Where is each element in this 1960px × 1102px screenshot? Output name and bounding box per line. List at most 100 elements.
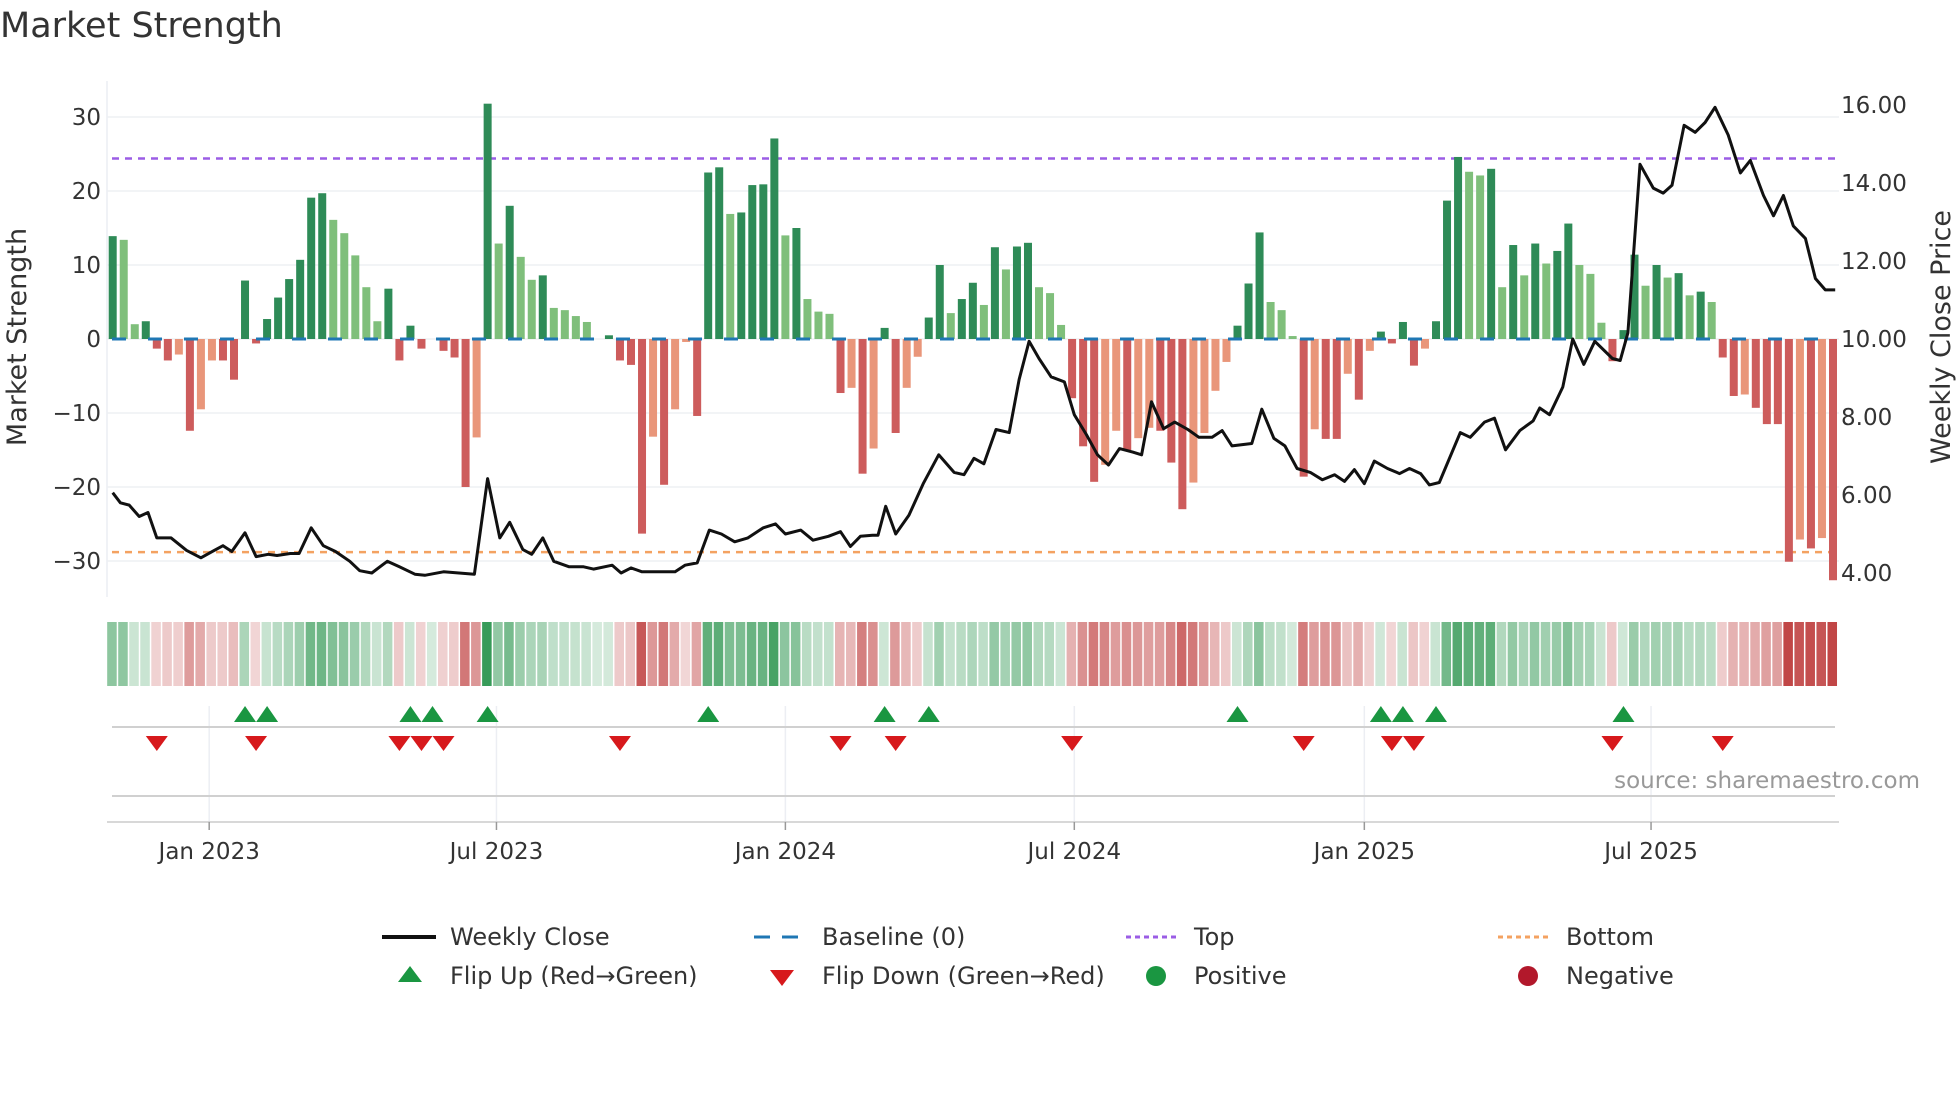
strip-cell [1739, 622, 1749, 686]
strip-cell [151, 622, 161, 686]
flip-down-marker [410, 736, 433, 751]
strength-bar [891, 339, 900, 433]
flip-up-marker [234, 706, 257, 722]
strength-bar [1663, 277, 1672, 339]
strength-bar [307, 197, 316, 339]
strip-cell [1816, 622, 1826, 686]
strip-cell [1066, 622, 1077, 686]
strip-cell [857, 622, 867, 686]
x-tick-label: Jan 2023 [157, 839, 260, 865]
strip-cell [790, 622, 801, 686]
strip-cell [1783, 622, 1793, 686]
strip-cell [1309, 622, 1319, 686]
strip-cell [129, 622, 139, 686]
strength-bar [450, 339, 459, 358]
flip-up-marker [399, 706, 422, 722]
strength-bar [1387, 339, 1396, 344]
strip-cell [636, 622, 647, 686]
strip-cell [890, 622, 900, 686]
strip-cell [879, 622, 889, 686]
strip-cell [757, 622, 768, 686]
legend-item-top: Top [1122, 922, 1235, 952]
strength-bar [825, 313, 834, 339]
flip-up-marker [476, 706, 499, 722]
flip-down-marker [1292, 736, 1315, 751]
strength-bar [1299, 339, 1308, 477]
strip-cell [1331, 622, 1341, 686]
strength-bar [395, 339, 404, 361]
strip-cell [371, 622, 382, 686]
strip-cell [934, 622, 944, 686]
strip-cell [1022, 622, 1033, 686]
strength-bar [836, 339, 845, 394]
legend-item-negative: Negative [1494, 961, 1674, 991]
strength-bar [351, 255, 360, 339]
strength-bar [1443, 200, 1452, 339]
strength-bar [362, 287, 371, 339]
strength-bar [1707, 302, 1716, 339]
flip-up-marker [1369, 706, 1392, 722]
legend-label: Flip Down (Green→Red) [822, 962, 1105, 990]
flip-down-marker [245, 736, 268, 751]
strength-bar [924, 317, 933, 339]
strength-bar [1531, 243, 1540, 339]
strip-cell [1617, 622, 1628, 686]
strip-cell [1353, 622, 1363, 686]
strength-bar [1090, 339, 1099, 482]
strip-cell [1055, 622, 1066, 686]
dotted-purple-swatch-icon [1122, 922, 1182, 952]
strip-cell [1772, 622, 1782, 686]
strength-bar [957, 299, 966, 339]
strip-cell [1143, 622, 1154, 686]
strip-cell [603, 622, 613, 686]
flip-up-marker [256, 706, 279, 722]
strip-cell [823, 622, 834, 686]
strength-bar [704, 172, 713, 339]
strength-bar [858, 339, 867, 474]
strength-bar [1189, 339, 1198, 483]
legend-label: Negative [1566, 962, 1674, 990]
strip-cell [658, 622, 669, 686]
strength-bar [946, 313, 955, 339]
triangle-up-icon [378, 961, 438, 991]
flip-down-marker [608, 736, 631, 751]
strength-bar [1398, 321, 1407, 339]
flip-up-marker [697, 706, 720, 722]
strip-cell [989, 622, 999, 686]
strength-bar [218, 339, 227, 361]
y2-tick-label: 16.00 [1841, 93, 1907, 119]
strip-cell [581, 622, 591, 686]
strength-bar [715, 167, 724, 339]
strength-bar [1365, 339, 1374, 351]
strip-cell [349, 622, 360, 686]
flip-down-marker [1380, 736, 1403, 751]
strength-bar [1806, 339, 1815, 549]
strip-cell [415, 622, 426, 686]
strength-bar [1740, 339, 1749, 395]
strip-cell [1298, 622, 1308, 686]
strip-cell [1463, 622, 1474, 686]
strip-cell [195, 622, 205, 686]
y-tick-label: 30 [72, 105, 101, 131]
strength-bar [119, 239, 128, 339]
strip-cell [691, 622, 702, 686]
y2-tick-label: 8.00 [1841, 405, 1892, 431]
strength-bar [483, 103, 492, 340]
strip-cell [945, 622, 955, 686]
x-tick-label: Jul 2025 [1602, 839, 1698, 865]
strength-bar [1211, 339, 1220, 391]
strength-bar [549, 307, 558, 339]
strength-bar [1641, 285, 1650, 339]
strip-cell [283, 622, 294, 686]
strip-cell [1507, 622, 1518, 686]
strength-bar [1652, 265, 1661, 339]
legend-label: Top [1194, 923, 1235, 951]
strip-cell [1176, 622, 1187, 686]
strength-bar [263, 319, 272, 339]
strip-cell [1154, 622, 1165, 686]
strength-bar [1101, 339, 1110, 465]
flip-down-marker [432, 736, 455, 751]
strip-cell [625, 622, 636, 686]
strip-cell [1342, 622, 1352, 686]
strength-bar [373, 321, 382, 339]
